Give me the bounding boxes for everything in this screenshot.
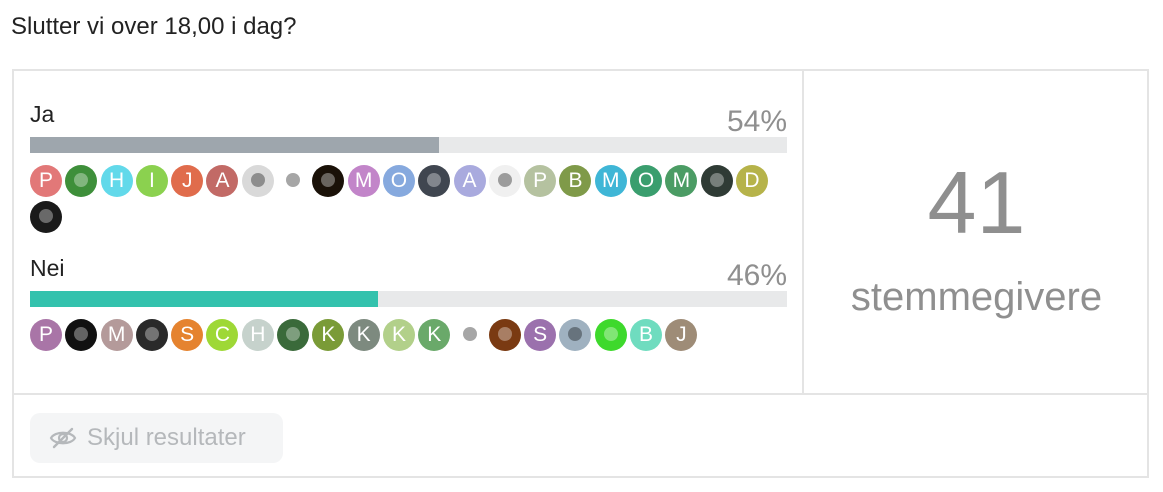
voter-avatar[interactable] (559, 319, 592, 351)
voter-avatar[interactable]: B (559, 165, 592, 197)
voter-avatar[interactable]: P (30, 319, 62, 351)
voter-avatar[interactable]: K (382, 319, 415, 351)
voter-avatar[interactable]: P (30, 165, 62, 197)
voter-avatar[interactable]: S (171, 319, 204, 351)
voter-avatar[interactable]: H (100, 165, 133, 197)
voter-avatar[interactable] (135, 319, 168, 351)
voter-avatar[interactable] (241, 165, 274, 197)
voter-avatar[interactable] (418, 165, 451, 197)
result-bar-fill (30, 291, 379, 307)
option-percent: 46% (726, 259, 787, 292)
option-percent: 54% (726, 105, 787, 138)
voter-avatar[interactable]: J (171, 165, 204, 197)
voter-avatar[interactable]: K (418, 319, 451, 351)
voter-list: PMSCHKKKKSBJ (30, 319, 787, 355)
voter-avatar[interactable]: P (524, 165, 557, 197)
voter-avatar[interactable] (488, 165, 521, 197)
voter-avatar[interactable]: M (100, 319, 133, 351)
voter-count-label: stemmegivere (850, 275, 1103, 319)
poll-question: Slutter vi over 18,00 i dag? (11, 13, 297, 40)
voter-avatar[interactable]: C (206, 319, 239, 351)
voter-avatar[interactable] (594, 319, 627, 351)
voter-avatar[interactable]: J (665, 319, 698, 351)
voter-avatar[interactable] (65, 319, 98, 351)
voter-avatar[interactable] (277, 165, 310, 197)
voter-summary: 41 stemmegivere (804, 71, 1149, 395)
voter-avatar[interactable]: K (312, 319, 345, 351)
poll-footer: Skjul resultater (14, 397, 1149, 478)
option-label: Nei (30, 255, 65, 281)
voter-avatar[interactable] (488, 319, 521, 351)
voter-avatar[interactable]: I (135, 165, 168, 197)
voter-avatar[interactable] (65, 165, 98, 197)
voter-avatar[interactable]: S (524, 319, 557, 351)
voter-avatar[interactable] (30, 201, 62, 233)
voter-avatar[interactable]: K (347, 319, 380, 351)
poll-card: Ja 54% PHIJAMOAPBMOMD Nei 46% PMSCHKKKKS… (12, 69, 1149, 478)
voter-avatar[interactable]: A (453, 165, 486, 197)
result-bar-track (30, 291, 787, 307)
poll-results: Ja 54% PHIJAMOAPBMOMD Nei 46% PMSCHKKKKS… (14, 71, 804, 395)
voter-avatar[interactable] (700, 165, 733, 197)
eye-slash-icon (49, 427, 77, 449)
poll-option-nei: Nei 46% PMSCHKKKKSBJ (30, 251, 787, 355)
voter-avatar[interactable]: M (347, 165, 380, 197)
voter-avatar[interactable]: D (735, 165, 768, 197)
voter-avatar[interactable]: O (382, 165, 415, 197)
hide-results-button[interactable]: Skjul resultater (30, 413, 283, 463)
result-bar-track (30, 137, 787, 153)
voter-avatar[interactable]: O (630, 165, 663, 197)
result-bar-fill (30, 137, 439, 153)
voter-avatar[interactable]: A (206, 165, 239, 197)
voter-avatar[interactable]: B (630, 319, 663, 351)
voter-avatar[interactable] (277, 319, 310, 351)
option-label: Ja (30, 101, 55, 127)
voter-avatar[interactable]: H (241, 319, 274, 351)
voter-count: 41 (927, 153, 1026, 252)
voter-avatar[interactable]: M (594, 165, 627, 197)
poll-option-ja: Ja 54% PHIJAMOAPBMOMD (30, 97, 787, 237)
hide-results-label: Skjul resultater (87, 424, 246, 451)
voter-avatar[interactable]: M (665, 165, 698, 197)
voter-list: PHIJAMOAPBMOMD (30, 165, 787, 237)
voter-avatar[interactable] (453, 319, 486, 351)
voter-avatar[interactable] (312, 165, 345, 197)
